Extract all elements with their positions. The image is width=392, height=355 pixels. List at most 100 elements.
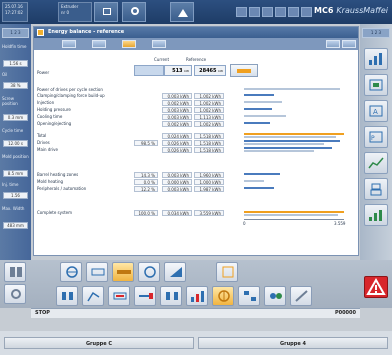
svg-text:P: P xyxy=(371,135,375,142)
mold-button[interactable] xyxy=(60,262,82,282)
field-label: Cycle time xyxy=(2,128,24,133)
tool-button-2[interactable] xyxy=(92,40,106,48)
field-value[interactable]: 483 mm xyxy=(3,222,28,229)
quality-button[interactable] xyxy=(216,262,238,282)
heat-row-percent: 0.0 % xyxy=(134,179,158,185)
gear-icon xyxy=(131,7,139,15)
drive-row-reference: 1.518 kWh xyxy=(194,140,224,146)
complete-reference: 3.559 kWh xyxy=(194,210,224,216)
sidebar-page-tab[interactable]: 1 2 3 xyxy=(2,28,29,38)
network-icon xyxy=(244,291,256,301)
nozzle-icon xyxy=(91,268,105,276)
energy-balance-panel: Energy balance - reference Current Refer… xyxy=(33,26,359,256)
clamp-button[interactable] xyxy=(160,286,182,306)
complete-percent: 100.0 % xyxy=(134,210,158,216)
hand-settings-button[interactable] xyxy=(364,74,388,96)
robot-button[interactable] xyxy=(364,178,388,200)
ejector-button[interactable] xyxy=(164,262,186,282)
drive-row-reference: 1.518 kWh xyxy=(194,147,224,153)
status-bar: STOP P00000 xyxy=(31,308,360,318)
current-chip xyxy=(134,65,164,76)
heat-row-current: 0.000 kWh xyxy=(162,179,192,185)
status-led-6 xyxy=(301,7,312,17)
core-pull-button[interactable] xyxy=(56,286,78,306)
cycle-row-reference: 1.002 kWh xyxy=(194,107,224,113)
injection-unit-button[interactable] xyxy=(112,262,134,282)
cycle-row-current: 0.002 kWh xyxy=(162,100,192,106)
scroll-left-button[interactable] xyxy=(326,40,340,48)
field-value[interactable]: 38 % xyxy=(3,82,28,89)
mountain-icon xyxy=(178,9,188,17)
network-button[interactable] xyxy=(238,286,260,306)
temperature-button[interactable] xyxy=(138,262,160,282)
tab-gruppe-4[interactable]: Gruppe 4 xyxy=(198,337,388,349)
bar xyxy=(244,150,314,152)
screen-button[interactable] xyxy=(94,2,118,22)
monitor-icon xyxy=(103,8,111,15)
section-label: Power of drives per cycle section xyxy=(37,87,103,92)
date-time-box[interactable]: 25.07.16 17:27:02 xyxy=(2,2,28,22)
scroll-right-button[interactable] xyxy=(342,40,356,48)
robot-handling-button[interactable] xyxy=(82,286,104,306)
mold-icon xyxy=(66,266,78,278)
field-value[interactable]: 1.56 s xyxy=(3,60,28,67)
drive-row-percent: 98.5 % xyxy=(134,140,158,146)
injection-button[interactable] xyxy=(134,286,156,306)
cycle-row-reference: 1.002 kWh xyxy=(194,93,224,99)
tools-icon xyxy=(11,289,21,299)
maintenance-button[interactable] xyxy=(290,286,312,306)
wrench-icon xyxy=(295,290,308,302)
tool-button-1[interactable] xyxy=(62,40,76,48)
field-label: Oil xyxy=(2,72,8,77)
arrow-right-icon xyxy=(237,69,251,73)
field-value[interactable]: 12.00 s xyxy=(3,140,28,147)
login-button[interactable] xyxy=(170,2,194,22)
peripherals-button[interactable] xyxy=(264,286,286,306)
bar-chart-screen-button[interactable] xyxy=(364,48,388,70)
nozzle-button[interactable] xyxy=(86,262,108,282)
trend-button[interactable] xyxy=(364,152,388,174)
cycle-row-reference: 1.002 kWh xyxy=(194,121,224,127)
conveyor-button[interactable] xyxy=(108,286,130,306)
axis-start-label: 0 xyxy=(243,221,246,226)
energy-bar-button[interactable] xyxy=(186,286,208,306)
conveyor-icon xyxy=(113,292,127,300)
brand-logo: KraussMaffei xyxy=(336,6,388,15)
core-pull-icon xyxy=(62,292,73,300)
tab-gruppe-c[interactable]: Gruppe C xyxy=(4,337,194,349)
power-reference-box: 28465 kW xyxy=(194,65,226,76)
cycle-row-label: Clamping/clamping force build-up xyxy=(37,93,105,98)
alarm-button[interactable] xyxy=(364,276,388,298)
right-sidebar: 1 2 3 A P xyxy=(360,24,392,260)
heat-row-current: 0.003 kWh xyxy=(162,172,192,178)
energy-balance-button[interactable] xyxy=(212,286,234,306)
brand: MC6 KraussMaffei xyxy=(314,6,388,15)
drive-row-label: Drives xyxy=(37,140,50,145)
tool-button-4[interactable] xyxy=(152,40,166,48)
robot-arm-icon xyxy=(87,291,100,302)
automatic-settings-button[interactable]: A xyxy=(364,100,388,122)
field-value[interactable]: 1.56 xyxy=(3,192,28,199)
help-button[interactable] xyxy=(122,2,146,22)
panel-titlebar: Energy balance - reference xyxy=(34,27,358,38)
bar xyxy=(244,133,344,135)
reference-transfer-button[interactable] xyxy=(230,64,258,77)
hand-icon xyxy=(369,79,383,91)
bar xyxy=(244,140,340,142)
tool-button-3[interactable] xyxy=(122,40,136,48)
statistics-button[interactable] xyxy=(364,204,388,226)
quality-icon xyxy=(222,266,234,278)
program-button[interactable]: P xyxy=(364,126,388,148)
bar xyxy=(244,173,280,175)
field-value[interactable]: 8.5 mm xyxy=(3,170,28,177)
heat-row-reference: 1.960 kWh xyxy=(194,172,224,178)
machine-mode-button[interactable] xyxy=(4,262,26,282)
info-line-2: nr 0 xyxy=(61,10,69,15)
energy-icon xyxy=(37,29,44,36)
complete-current: 0.034 kWh xyxy=(162,210,192,216)
robot-icon xyxy=(370,183,382,196)
field-value[interactable]: 0.3 mm xyxy=(3,114,28,121)
sidebar-page-tab[interactable]: 1 2 3 xyxy=(362,28,390,38)
settings-button[interactable] xyxy=(4,284,26,304)
info-box[interactable]: Extruder nr 0 xyxy=(58,2,92,22)
